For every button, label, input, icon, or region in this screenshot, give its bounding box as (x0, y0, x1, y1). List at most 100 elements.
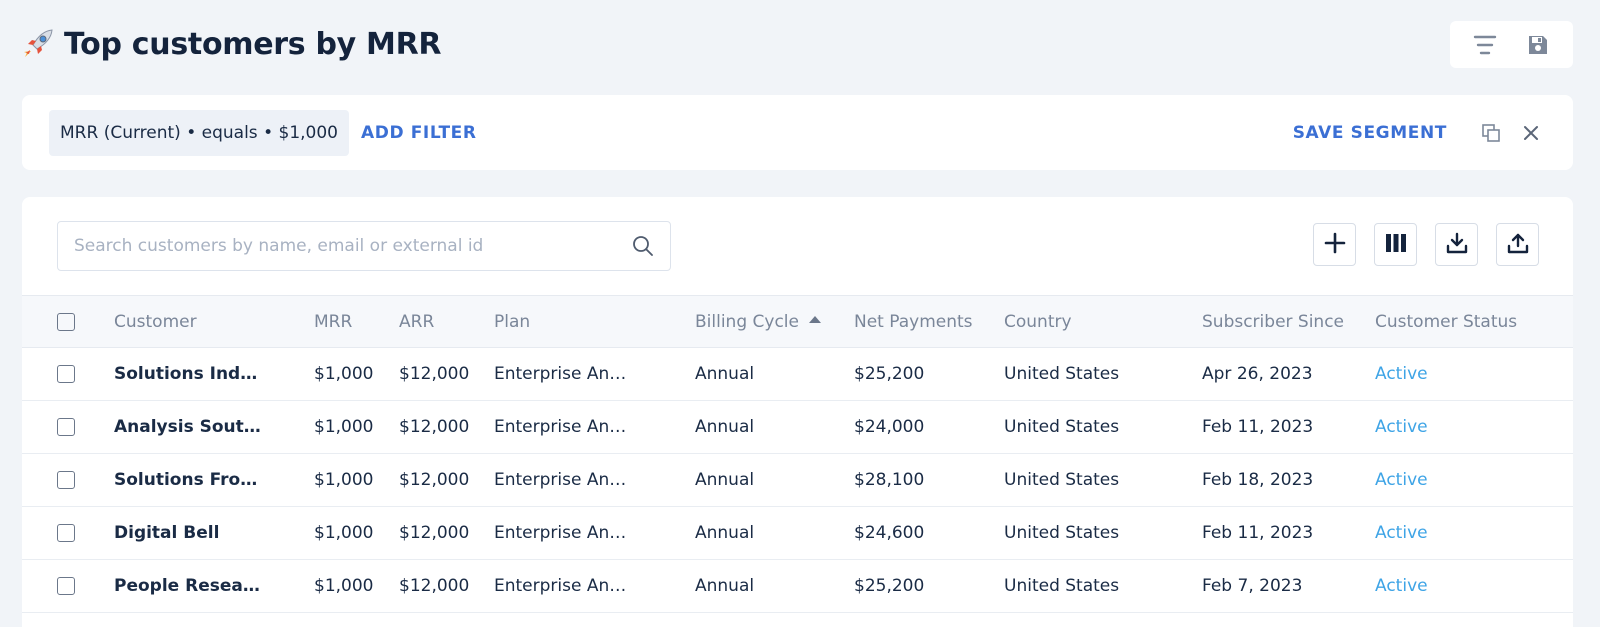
net-payments-value: $28,100 (854, 470, 925, 490)
column-arr[interactable]: ARR (399, 296, 494, 348)
search-input[interactable] (74, 236, 630, 256)
table-row[interactable]: Solutions Ind… $1,000 $12,000 Enterprise… (22, 348, 1573, 401)
download-button[interactable] (1435, 223, 1478, 266)
upload-icon (1507, 232, 1529, 258)
column-net-payments[interactable]: Net Payments (854, 296, 1004, 348)
copy-icon[interactable] (1477, 119, 1505, 147)
save-disk-icon[interactable] (1522, 29, 1554, 61)
table-tools (1313, 223, 1539, 266)
columns-button[interactable] (1374, 223, 1417, 266)
country-value: United States (1004, 470, 1120, 490)
row-select-cell[interactable] (22, 454, 114, 507)
subscriber-since-value: Feb 7, 2023 (1202, 576, 1303, 596)
mrr-value: $1,000 (314, 576, 374, 596)
row-select-cell[interactable] (22, 507, 114, 560)
plan-value: Enterprise An… (494, 417, 627, 437)
filter-bar: MRR (Current) • equals • $1,000 ADD FILT… (22, 95, 1573, 170)
column-billing-cycle[interactable]: Billing Cycle (695, 296, 854, 348)
customer-status-value: Active (1375, 576, 1428, 596)
customer-status-value: Active (1375, 417, 1428, 437)
add-filter-button[interactable]: ADD FILTER (361, 123, 477, 143)
download-icon (1446, 232, 1468, 258)
upload-button[interactable] (1496, 223, 1539, 266)
arr-value: $12,000 (399, 417, 470, 437)
billing-cycle-value: Annual (695, 576, 755, 596)
mrr-value: $1,000 (314, 364, 374, 384)
select-all-cell[interactable] (22, 296, 114, 348)
row-checkbox[interactable] (57, 365, 75, 383)
customer-name[interactable]: Solutions Ind… (114, 348, 314, 401)
subscriber-since-value: Feb 18, 2023 (1202, 470, 1314, 490)
header-actions (1450, 21, 1573, 68)
subscriber-since-value: Feb 11, 2023 (1202, 417, 1314, 437)
billing-cycle-value: Annual (695, 364, 755, 384)
row-select-cell[interactable] (22, 560, 114, 613)
table-header-row: Customer MRR ARR Plan Billing Cycle Net … (22, 295, 1573, 348)
mrr-value: $1,000 (314, 523, 374, 543)
plus-icon (1324, 232, 1346, 258)
country-value: United States (1004, 364, 1120, 384)
search-icon[interactable] (630, 233, 656, 259)
plan-value: Enterprise An… (494, 364, 627, 384)
arr-value: $12,000 (399, 523, 470, 543)
billing-cycle-value: Annual (695, 470, 755, 490)
subscriber-since-value: Feb 11, 2023 (1202, 523, 1314, 543)
rocket-icon (20, 26, 56, 62)
mrr-value: $1,000 (314, 417, 374, 437)
table-row[interactable]: Solutions Fro… $1,000 $12,000 Enterprise… (22, 454, 1573, 507)
net-payments-value: $24,600 (854, 523, 925, 543)
customer-name[interactable]: People Resea… (114, 560, 314, 613)
customer-status-value: Active (1375, 470, 1428, 490)
table-row[interactable]: Digital Bell $1,000 $12,000 Enterprise A… (22, 507, 1573, 560)
customer-status-value: Active (1375, 364, 1428, 384)
net-payments-value: $25,200 (854, 576, 925, 596)
net-payments-value: $25,200 (854, 364, 925, 384)
row-checkbox[interactable] (57, 524, 75, 542)
row-checkbox[interactable] (57, 577, 75, 595)
table-row[interactable]: Analysis Sout… $1,000 $12,000 Enterprise… (22, 401, 1573, 454)
column-mrr[interactable]: MRR (314, 296, 399, 348)
billing-cycle-value: Annual (695, 417, 755, 437)
country-value: United States (1004, 523, 1120, 543)
row-checkbox[interactable] (57, 471, 75, 489)
close-icon[interactable] (1517, 119, 1545, 147)
subscriber-since-value: Apr 26, 2023 (1202, 364, 1313, 384)
customer-name[interactable]: Analysis Sout… (114, 401, 314, 454)
arr-value: $12,000 (399, 576, 470, 596)
column-customer[interactable]: Customer (114, 296, 314, 348)
billing-cycle-value: Annual (695, 523, 755, 543)
net-payments-value: $24,000 (854, 417, 925, 437)
column-subscriber-since[interactable]: Subscriber Since (1202, 296, 1375, 348)
customers-table: Customer MRR ARR Plan Billing Cycle Net … (22, 295, 1573, 613)
filter-lines-icon[interactable] (1469, 29, 1501, 61)
save-segment-button[interactable]: SAVE SEGMENT (1293, 123, 1447, 143)
column-billing-cycle-label: Billing Cycle (695, 311, 799, 332)
add-customer-button[interactable] (1313, 223, 1356, 266)
row-checkbox[interactable] (57, 418, 75, 436)
plan-value: Enterprise An… (494, 470, 627, 490)
search-box[interactable] (57, 221, 671, 271)
arr-value: $12,000 (399, 470, 470, 490)
columns-icon (1385, 233, 1407, 257)
country-value: United States (1004, 417, 1120, 437)
plan-value: Enterprise An… (494, 576, 627, 596)
column-plan[interactable]: Plan (494, 296, 695, 348)
customers-table-card: Customer MRR ARR Plan Billing Cycle Net … (22, 197, 1573, 627)
sort-ascending-icon (808, 316, 821, 323)
column-country[interactable]: Country (1004, 296, 1202, 348)
page-title: Top customers by MRR (64, 26, 442, 62)
mrr-value: $1,000 (314, 470, 374, 490)
table-row[interactable]: People Resea… $1,000 $12,000 Enterprise … (22, 560, 1573, 613)
country-value: United States (1004, 576, 1120, 596)
customer-name[interactable]: Solutions Fro… (114, 454, 314, 507)
plan-value: Enterprise An… (494, 523, 627, 543)
arr-value: $12,000 (399, 364, 470, 384)
select-all-checkbox[interactable] (57, 312, 75, 331)
row-select-cell[interactable] (22, 401, 114, 454)
customer-status-value: Active (1375, 523, 1428, 543)
page-header: Top customers by MRR (20, 22, 442, 66)
row-select-cell[interactable] (22, 348, 114, 401)
customer-name[interactable]: Digital Bell (114, 507, 314, 560)
column-customer-status[interactable]: Customer Status (1375, 296, 1573, 348)
filter-chip[interactable]: MRR (Current) • equals • $1,000 (49, 109, 349, 156)
